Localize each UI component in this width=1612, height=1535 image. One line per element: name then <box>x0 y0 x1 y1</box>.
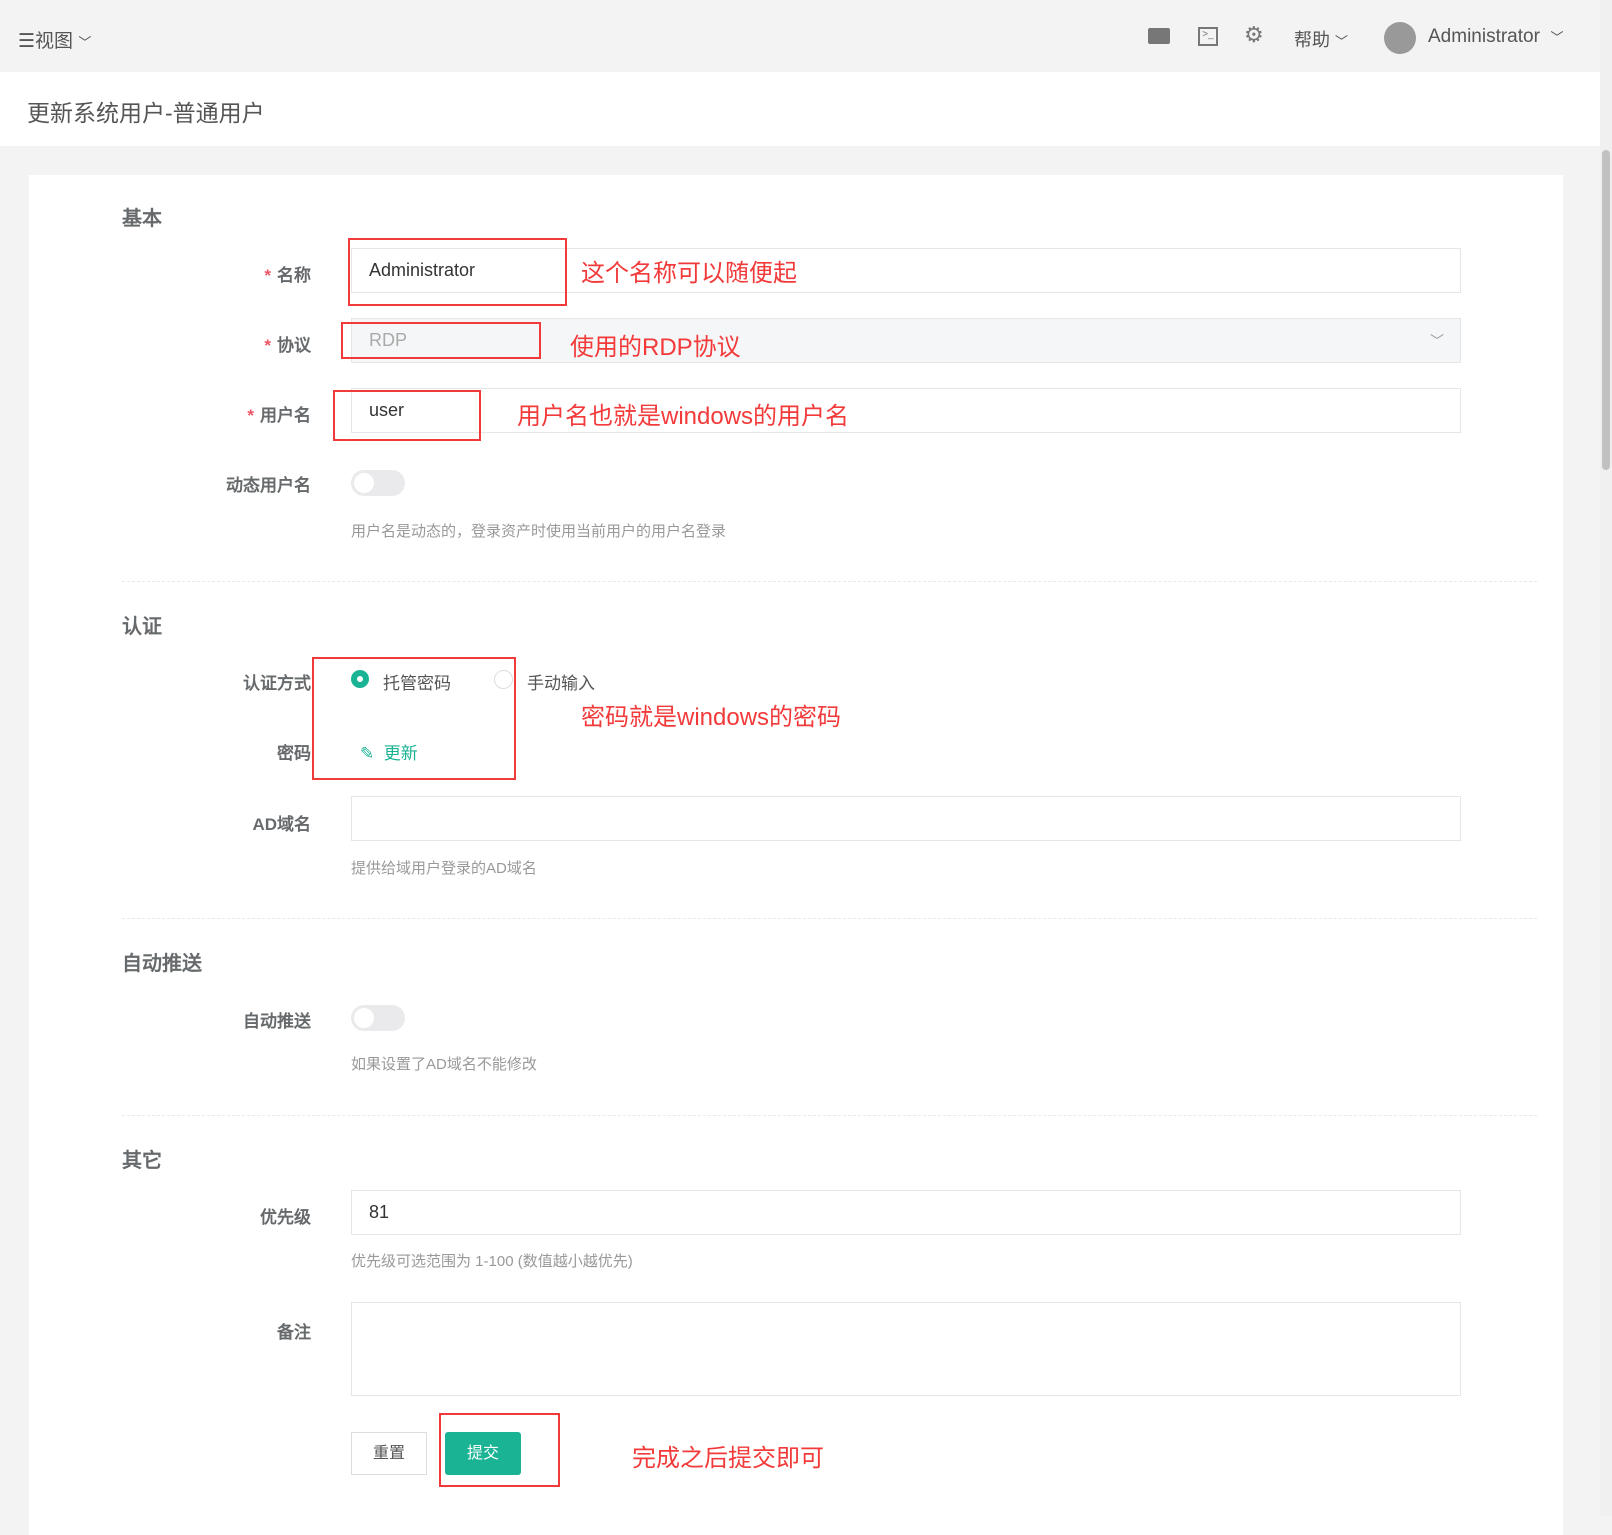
annotation-box <box>341 322 541 359</box>
divider <box>122 1115 1537 1116</box>
annotation-submit: 完成之后提交即可 <box>632 1445 824 1472</box>
page-header: 更新系统用户-普通用户 <box>0 72 1600 146</box>
divider <box>122 918 1537 919</box>
ad-domain-help: 提供给域用户登录的AD域名 <box>351 860 537 877</box>
dynamic-username-toggle[interactable] <box>351 470 405 496</box>
view-menu[interactable]: ☰视图 ﹀ <box>18 26 91 53</box>
annotation-box <box>439 1413 560 1487</box>
annotation-box <box>312 657 516 780</box>
auto-push-label: 自动推送 <box>243 1012 311 1031</box>
ad-domain-input[interactable] <box>351 796 1461 841</box>
scrollbar-thumb[interactable] <box>1602 150 1610 470</box>
chevron-down-icon: ﹀ <box>1550 30 1564 45</box>
gear-icon[interactable]: ⚙ <box>1244 22 1264 48</box>
reset-button[interactable]: 重置 <box>351 1432 427 1475</box>
priority-label: 优先级 <box>260 1208 311 1227</box>
annotation-protocol: 使用的RDP协议 <box>570 334 741 361</box>
annotation-username: 用户名也就是windows的用户名 <box>517 403 850 430</box>
username-label: * 用户名 <box>247 406 311 425</box>
menu-icon: ☰ <box>18 31 36 52</box>
page-title: 更新系统用户-普通用户 <box>27 100 265 126</box>
auto-push-help: 如果设置了AD域名不能修改 <box>351 1056 537 1073</box>
chevron-down-icon: ﹀ <box>1430 333 1444 349</box>
section-other: 其它 <box>122 1150 162 1172</box>
annotation-box <box>348 238 567 306</box>
auth-method-label: 认证方式 <box>243 674 311 693</box>
protocol-label: * 协议 <box>264 336 311 355</box>
top-navbar: ☰视图 ﹀ >_ ⚙ 帮助 ﹀ Administrator ﹀ <box>0 0 1600 72</box>
auto-push-toggle[interactable] <box>351 1005 405 1031</box>
dynamic-username-help: 用户名是动态的，登录资产时使用当前用户的用户名登录 <box>351 523 727 540</box>
comment-label: 备注 <box>277 1323 311 1342</box>
section-auth: 认证 <box>122 616 162 638</box>
annotation-box <box>333 390 481 441</box>
annotation-password: 密码就是windows的密码 <box>581 704 842 731</box>
annotation-name: 这个名称可以随便起 <box>581 260 797 287</box>
priority-input[interactable]: 81 <box>351 1190 1461 1235</box>
chevron-down-icon: ﹀ <box>78 35 92 50</box>
avatar[interactable] <box>1384 22 1416 54</box>
mail-icon[interactable] <box>1148 28 1170 44</box>
priority-help: 优先级可选范围为 1-100 (数值越小越优先) <box>351 1253 633 1270</box>
terminal-icon[interactable]: >_ <box>1198 27 1218 46</box>
chevron-down-icon: ﹀ <box>1335 34 1349 49</box>
user-menu[interactable]: Administrator ﹀ <box>1428 26 1564 48</box>
help-menu[interactable]: 帮助 ﹀ <box>1294 26 1348 52</box>
scrollbar[interactable] <box>1600 0 1612 1516</box>
password-label: 密码 <box>277 744 311 763</box>
divider <box>122 581 1537 582</box>
section-auto-push: 自动推送 <box>122 953 202 975</box>
ad-domain-label: AD域名 <box>252 815 311 834</box>
name-label: * 名称 <box>264 266 311 285</box>
section-basic: 基本 <box>122 208 162 230</box>
dynamic-username-label: 动态用户名 <box>226 476 311 495</box>
comment-textarea[interactable] <box>351 1302 1461 1396</box>
